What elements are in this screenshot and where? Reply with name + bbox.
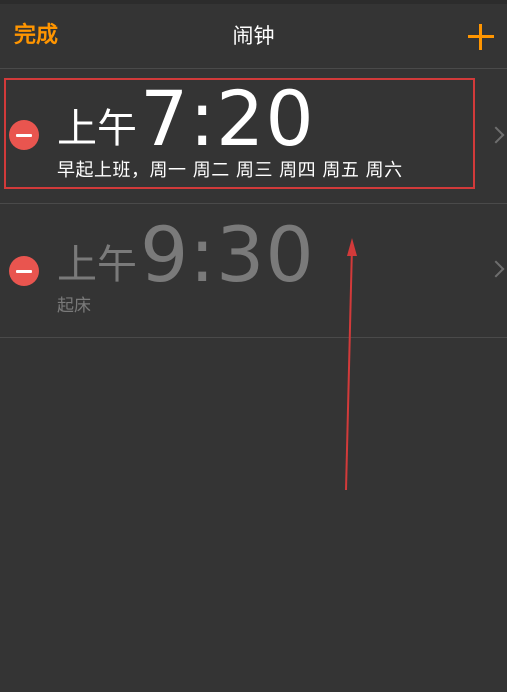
navigation-bar: 完成 闹钟 [0,4,507,69]
chevron-right-icon[interactable] [487,126,505,144]
delete-minus-icon[interactable] [9,120,39,150]
alarm-time: 7:20 [140,74,315,163]
alarm-time: 9:30 [140,210,315,299]
alarm-row[interactable]: 上午 9:30 起床 [0,203,507,338]
alarm-ampm: 上午 [57,242,137,288]
alarm-edit-screen: 完成 闹钟 上午 7:20 早起上班，周一 周二 周三 周四 周五 周六 上午 … [0,0,507,692]
page-title: 闹钟 [232,24,275,48]
plus-icon[interactable] [466,22,496,52]
alarm-label: 起床 [57,296,91,316]
alarm-label: 早起上班，周一 周二 周三 周四 周五 周六 [57,160,403,181]
alarm-ampm: 上午 [57,106,137,152]
delete-minus-icon[interactable] [9,256,39,286]
alarm-row[interactable]: 上午 7:20 早起上班，周一 周二 周三 周四 周五 周六 [0,69,507,204]
chevron-right-icon[interactable] [487,260,505,278]
